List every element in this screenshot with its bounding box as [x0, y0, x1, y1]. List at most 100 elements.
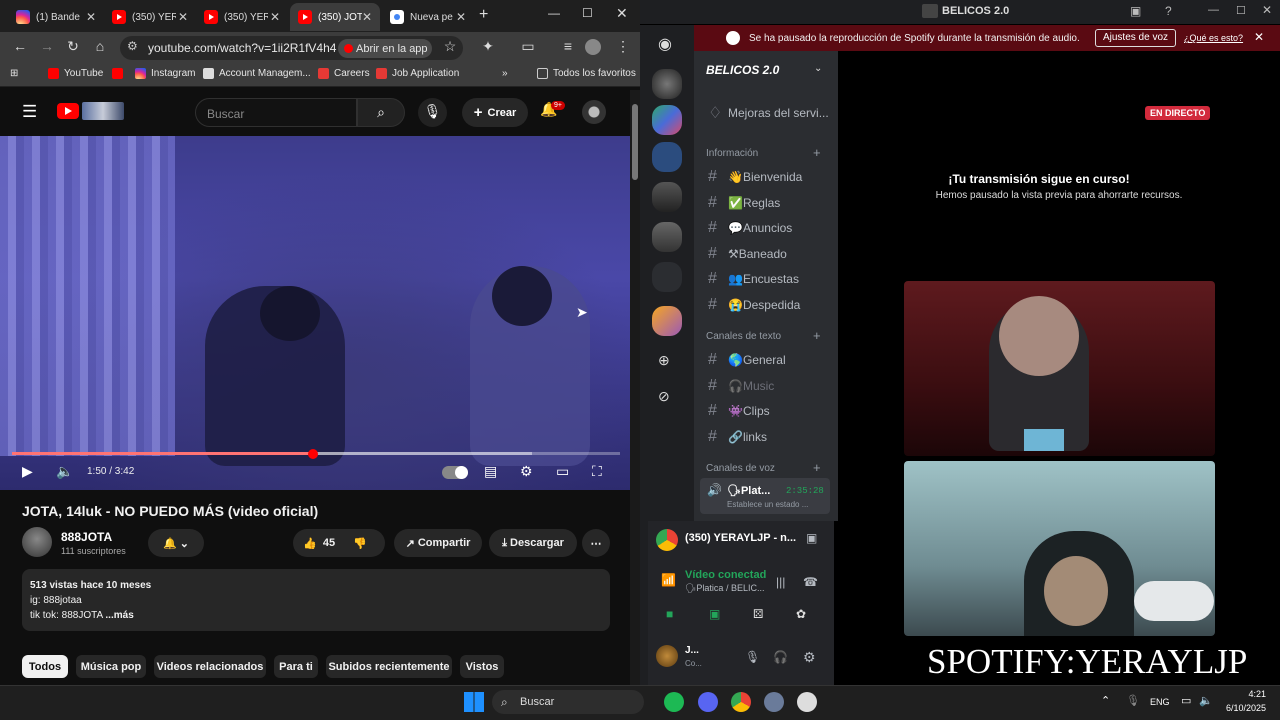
- close-icon[interactable]: ✕: [1254, 30, 1264, 44]
- chip-related[interactable]: Videos relacionados: [154, 655, 266, 678]
- close-icon[interactable]: ✕: [362, 10, 372, 24]
- volume-icon[interactable]: 🔈: [1199, 694, 1213, 707]
- profile-avatar[interactable]: [585, 39, 601, 55]
- avatar[interactable]: [582, 100, 606, 124]
- bookmark-job-application[interactable]: Job Application: [376, 68, 459, 79]
- close-icon[interactable]: ✕: [270, 10, 280, 24]
- explore-icon[interactable]: ⊘: [658, 388, 670, 405]
- tab-youtube-2[interactable]: (350) YER ✕: [196, 3, 288, 31]
- hamburger-icon[interactable]: ☰: [22, 102, 37, 122]
- close-icon[interactable]: ✕: [178, 10, 188, 24]
- maximize-button[interactable]: ☐: [1236, 4, 1246, 17]
- mic-icon[interactable]: 🎙: [418, 98, 447, 127]
- search-icon[interactable]: ⌕: [357, 98, 405, 127]
- settings-icon[interactable]: [764, 692, 784, 712]
- description-box[interactable]: 513 vistas hace 10 meses ig: 888jotaa ti…: [22, 569, 610, 631]
- download-button[interactable]: ⤓ Descargar: [489, 529, 577, 557]
- network-icon[interactable]: ▭: [1181, 694, 1191, 707]
- chip-watched[interactable]: Vistos: [460, 655, 504, 678]
- add-channel-icon[interactable]: +: [813, 460, 821, 475]
- more-bookmarks-icon[interactable]: »: [502, 68, 508, 79]
- mic-icon[interactable]: 🎙: [1126, 694, 1140, 707]
- add-channel-icon[interactable]: +: [813, 145, 821, 160]
- mic-icon[interactable]: 🎙: [745, 650, 760, 664]
- settings-icon[interactable]: ⚙: [803, 649, 816, 666]
- subscribe-bell-button[interactable]: 🔔 ⌄: [148, 529, 204, 557]
- server-folder[interactable]: [652, 262, 682, 292]
- clock-time[interactable]: 4:21: [1222, 689, 1266, 699]
- obs-icon[interactable]: [797, 692, 817, 712]
- channel-bienvenida[interactable]: # 👋Bienvenida: [708, 168, 802, 186]
- open-in-app-button[interactable]: Abrir en la app: [338, 39, 432, 58]
- channel-encuestas[interactable]: # 👥Encuestas: [708, 270, 799, 288]
- channel-general[interactable]: # 🌎General: [708, 351, 786, 369]
- server-icon[interactable]: [652, 69, 682, 99]
- like-button[interactable]: 👍 45 👎: [293, 529, 385, 557]
- camera-icon[interactable]: ■: [666, 607, 673, 621]
- settings-icon[interactable]: ⚙: [520, 463, 533, 480]
- server-icon[interactable]: [652, 142, 682, 172]
- stop-stream-icon[interactable]: ▣: [806, 531, 817, 545]
- chip-recent[interactable]: Subidos recientemente: [326, 655, 452, 678]
- tab-youtube-active[interactable]: (350) JOTA ✕: [290, 3, 380, 31]
- thumbs-down-icon[interactable]: 👎: [353, 537, 367, 550]
- extensions-icon[interactable]: ✦: [478, 38, 498, 55]
- headphones-icon[interactable]: 🎧: [773, 650, 788, 664]
- activity-icon[interactable]: ⚄: [753, 607, 763, 621]
- reload-icon[interactable]: ↻: [63, 38, 83, 55]
- voice-settings-button[interactable]: Ajustes de voz: [1095, 29, 1176, 47]
- server-folder[interactable]: [652, 222, 682, 252]
- more-actions-button[interactable]: ⋯: [582, 529, 610, 557]
- chrome-icon[interactable]: [731, 692, 751, 712]
- fullscreen-icon[interactable]: ⛶: [592, 463, 602, 480]
- channel-reglas[interactable]: # ✅Reglas: [708, 194, 780, 212]
- bookmark-youtube-icon[interactable]: [112, 68, 128, 79]
- chip-all[interactable]: Todos: [22, 655, 68, 678]
- category-info[interactable]: Información: [706, 148, 758, 159]
- chip-for-you[interactable]: Para ti: [274, 655, 318, 678]
- close-icon[interactable]: ✕: [456, 10, 466, 24]
- close-window-button[interactable]: ✕: [1262, 3, 1272, 17]
- channel-baneado[interactable]: # ⚒Baneado: [708, 245, 787, 263]
- add-server-icon[interactable]: ⊕: [658, 352, 670, 369]
- back-icon[interactable]: ←: [10, 38, 30, 54]
- subtitles-icon[interactable]: ▤: [484, 463, 497, 480]
- show-more-link[interactable]: ...más: [105, 610, 133, 621]
- apps-icon[interactable]: ⊞: [10, 68, 18, 79]
- bookmark-instagram[interactable]: Instagram: [135, 68, 195, 79]
- language-indicator[interactable]: ENG: [1150, 697, 1170, 707]
- voice-status[interactable]: Establece un estado ...: [727, 500, 808, 509]
- maximize-button[interactable]: ☐: [582, 6, 593, 20]
- connection-location[interactable]: 🗣Platica / BELIC...: [685, 583, 764, 594]
- avatar[interactable]: [656, 645, 678, 667]
- webcam-tile[interactable]: [904, 461, 1215, 636]
- bookmark-account-management[interactable]: Account Managem...: [203, 68, 311, 79]
- chip-pop-music[interactable]: Música pop: [76, 655, 146, 678]
- channel-clips[interactable]: # 👾Clips: [708, 402, 770, 420]
- windows-start-icon[interactable]: [464, 692, 484, 712]
- webcam-tile[interactable]: [904, 281, 1215, 456]
- server-folder[interactable]: [652, 182, 682, 212]
- screen-share-icon[interactable]: ▣: [709, 607, 720, 621]
- scrollbar-thumb[interactable]: [632, 104, 638, 180]
- discord-home-icon[interactable]: ◉: [658, 34, 672, 54]
- chevron-down-icon[interactable]: ⌄: [814, 63, 822, 74]
- taskbar-search[interactable]: ⌕ Buscar: [492, 690, 644, 714]
- server-icon[interactable]: [652, 105, 682, 135]
- search-input[interactable]: Buscar: [195, 98, 357, 127]
- add-channel-icon[interactable]: +: [813, 328, 821, 343]
- help-icon[interactable]: ?: [1165, 4, 1172, 18]
- autoplay-toggle[interactable]: [442, 466, 468, 479]
- channel-name[interactable]: 888JOTA: [61, 530, 112, 544]
- discord-icon[interactable]: [698, 692, 718, 712]
- clock-date[interactable]: 6/10/2025: [1218, 703, 1266, 713]
- category-voice[interactable]: Canales de voz: [706, 463, 775, 474]
- tab-instagram[interactable]: (1) Bande ✕: [8, 3, 104, 31]
- video-player[interactable]: [0, 136, 630, 490]
- youtube-logo[interactable]: [57, 103, 79, 119]
- new-tab-button[interactable]: +: [479, 6, 488, 24]
- theater-icon[interactable]: ▭: [556, 463, 569, 480]
- bookmark-star-icon[interactable]: ☆: [440, 38, 460, 55]
- minimize-button[interactable]: —: [548, 6, 560, 20]
- close-icon[interactable]: ✕: [86, 10, 96, 24]
